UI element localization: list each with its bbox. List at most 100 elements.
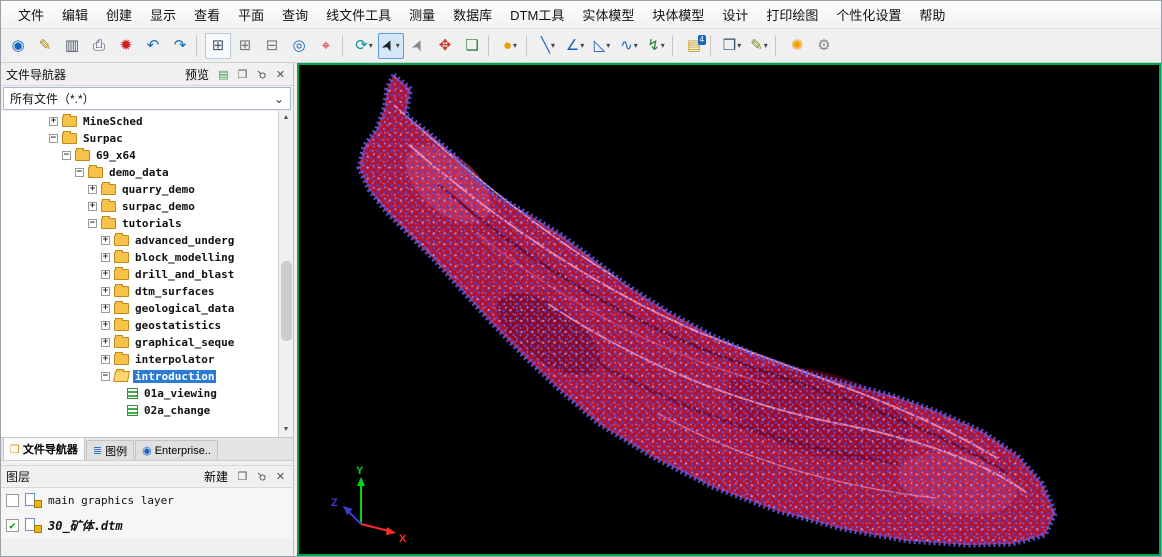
tree-item[interactable]: − introduction	[1, 368, 278, 385]
menu-item[interactable]: 编辑	[53, 0, 97, 29]
polyline-tool-icon[interactable]: ∠ ▾	[562, 33, 588, 59]
tree-expander-icon[interactable]: +	[49, 117, 58, 126]
menu-item[interactable]: 平面	[229, 0, 273, 29]
pointer-tool-icon[interactable]: ➤ ▾	[378, 33, 404, 59]
curve-tool-icon[interactable]: ∿ ▾	[616, 33, 642, 59]
layer-row[interactable]: main graphics layer	[1, 488, 293, 513]
tree-expander-icon[interactable]: +	[101, 321, 110, 330]
menu-item[interactable]: 打印绘图	[757, 0, 827, 29]
zoom-out-icon[interactable]: ⊟	[259, 33, 285, 59]
select-tool-icon[interactable]: ➤	[405, 33, 431, 59]
tree-item[interactable]: − Surpac	[1, 130, 278, 147]
menu-item[interactable]: 测量	[400, 0, 444, 29]
tree-expander-icon[interactable]: −	[49, 134, 58, 143]
menu-item[interactable]: 设计	[713, 0, 757, 29]
menu-item[interactable]: 查询	[273, 0, 317, 29]
settings-icon[interactable]: ✺	[784, 33, 810, 59]
tree-item[interactable]: + geological_data	[1, 300, 278, 317]
tree-item[interactable]: + MineSched	[1, 113, 278, 130]
menu-item[interactable]: 实体模型	[573, 0, 643, 29]
rotate-view-icon[interactable]: ⟳ ▾	[351, 33, 377, 59]
tree-expander-icon[interactable]: +	[101, 304, 110, 313]
tree-item[interactable]: − tutorials	[1, 215, 278, 232]
tree-item[interactable]: + graphical_seque	[1, 334, 278, 351]
breakline-tool-icon[interactable]: ↯ ▾	[643, 33, 669, 59]
chevron-down-icon[interactable]: ▾	[513, 41, 517, 50]
chevron-down-icon[interactable]: ▾	[580, 41, 584, 50]
menu-item[interactable]: 数据库	[444, 0, 501, 29]
chevron-down-icon[interactable]: ▾	[634, 41, 638, 50]
preview-button[interactable]: 预览	[182, 65, 212, 84]
tree-expander-icon[interactable]: +	[88, 202, 97, 211]
panel-tab[interactable]: ≣ 图例	[86, 440, 134, 460]
tree-expander-icon[interactable]: −	[101, 372, 110, 381]
menu-item[interactable]: DTM工具	[501, 0, 573, 29]
tree-item[interactable]: − demo_data	[1, 164, 278, 181]
tree-item[interactable]: + interpolator	[1, 351, 278, 368]
tree-expander-icon[interactable]: +	[101, 236, 110, 245]
tree-expander-icon[interactable]: +	[101, 338, 110, 347]
tree-item[interactable]: 02a_change	[1, 402, 278, 419]
tree-expander-icon[interactable]: +	[101, 253, 110, 262]
menu-item[interactable]: 显示	[141, 0, 185, 29]
refresh-graphics-icon[interactable]: ✹	[113, 33, 139, 59]
tree-expander-icon[interactable]: −	[88, 219, 97, 228]
target-icon[interactable]: ⌖	[313, 33, 339, 59]
tree-item[interactable]: − 69_x64	[1, 147, 278, 164]
tree-expander-icon[interactable]: −	[75, 168, 84, 177]
chevron-down-icon[interactable]: ▾	[606, 41, 610, 50]
zoom-in-icon[interactable]: ⊞	[232, 33, 258, 59]
scroll-thumb[interactable]	[281, 261, 292, 341]
menu-item[interactable]: 文件	[9, 0, 53, 29]
menu-item[interactable]: 帮助	[910, 0, 954, 29]
pin-icon[interactable]: ⚲	[252, 64, 272, 84]
report-icon[interactable]: ▤ 4	[681, 33, 707, 59]
file-filter-dropdown[interactable]: 所有文件（*.*） ⌄	[3, 87, 291, 110]
tree-expander-icon[interactable]: +	[101, 287, 110, 296]
chevron-down-icon[interactable]: ▾	[369, 41, 373, 50]
chevron-down-icon[interactable]: ▾	[764, 41, 768, 50]
chevron-down-icon[interactable]: ▾	[551, 41, 555, 50]
preview-icon[interactable]: ▤	[216, 68, 231, 81]
tree-item[interactable]: + quarry_demo	[1, 181, 278, 198]
print-icon[interactable]: ⎙	[86, 33, 112, 59]
save-icon[interactable]: ▥	[59, 33, 85, 59]
layer-row[interactable]: ✔ 30_矿体.dtm	[1, 513, 293, 538]
scroll-down-button[interactable]: ▼	[279, 423, 293, 437]
float-panel-icon[interactable]: ❐	[235, 68, 250, 81]
menu-item[interactable]: 线文件工具	[317, 0, 400, 29]
menu-item[interactable]: 创建	[97, 0, 141, 29]
tree-item[interactable]: + dtm_surfaces	[1, 283, 278, 300]
layer-checkbox[interactable]	[6, 494, 19, 507]
menu-item[interactable]: 个性化设置	[827, 0, 910, 29]
windows-icon[interactable]: ❒ ▾	[719, 33, 745, 59]
redo-icon[interactable]: ↷	[167, 33, 193, 59]
dtm-surface-model[interactable]	[299, 65, 1159, 554]
polygon-tool-icon[interactable]: ◺ ▾	[589, 33, 615, 59]
menu-item[interactable]: 块体模型	[643, 0, 713, 29]
line-tool-icon[interactable]: ╲ ▾	[535, 33, 561, 59]
tree-item[interactable]: + drill_and_blast	[1, 266, 278, 283]
tree-item[interactable]: + surpac_demo	[1, 198, 278, 215]
new-layer-button[interactable]: 新建	[201, 467, 231, 486]
close-panel-icon[interactable]: ✕	[273, 68, 288, 81]
tree-expander-icon[interactable]: +	[88, 185, 97, 194]
tree-item[interactable]: + geostatistics	[1, 317, 278, 334]
tree-item[interactable]: 01a_viewing	[1, 385, 278, 402]
viewports-icon[interactable]: ❏	[459, 33, 485, 59]
panel-tab[interactable]: ◉ Enterprise..	[135, 440, 218, 460]
tree-scrollbar[interactable]: ▲ ▼	[278, 111, 293, 437]
scroll-up-button[interactable]: ▲	[279, 111, 293, 125]
layer-checkbox[interactable]: ✔	[6, 519, 19, 532]
zoom-window-icon[interactable]: ◎	[286, 33, 312, 59]
chevron-down-icon[interactable]: ▾	[661, 41, 665, 50]
point-tool-icon[interactable]: ● ▾	[497, 33, 523, 59]
float-panel-icon[interactable]: ❐	[235, 470, 250, 483]
close-panel-icon[interactable]: ✕	[273, 470, 288, 483]
tree-expander-icon[interactable]: −	[62, 151, 71, 160]
draw-icon[interactable]: ✎ ▾	[746, 33, 772, 59]
open-editor-icon[interactable]: ✎	[32, 33, 58, 59]
graphics-viewport[interactable]: Y X Z	[297, 63, 1161, 556]
tree-item[interactable]: + advanced_underg	[1, 232, 278, 249]
grid-plus-icon[interactable]: ⊞	[205, 33, 231, 59]
